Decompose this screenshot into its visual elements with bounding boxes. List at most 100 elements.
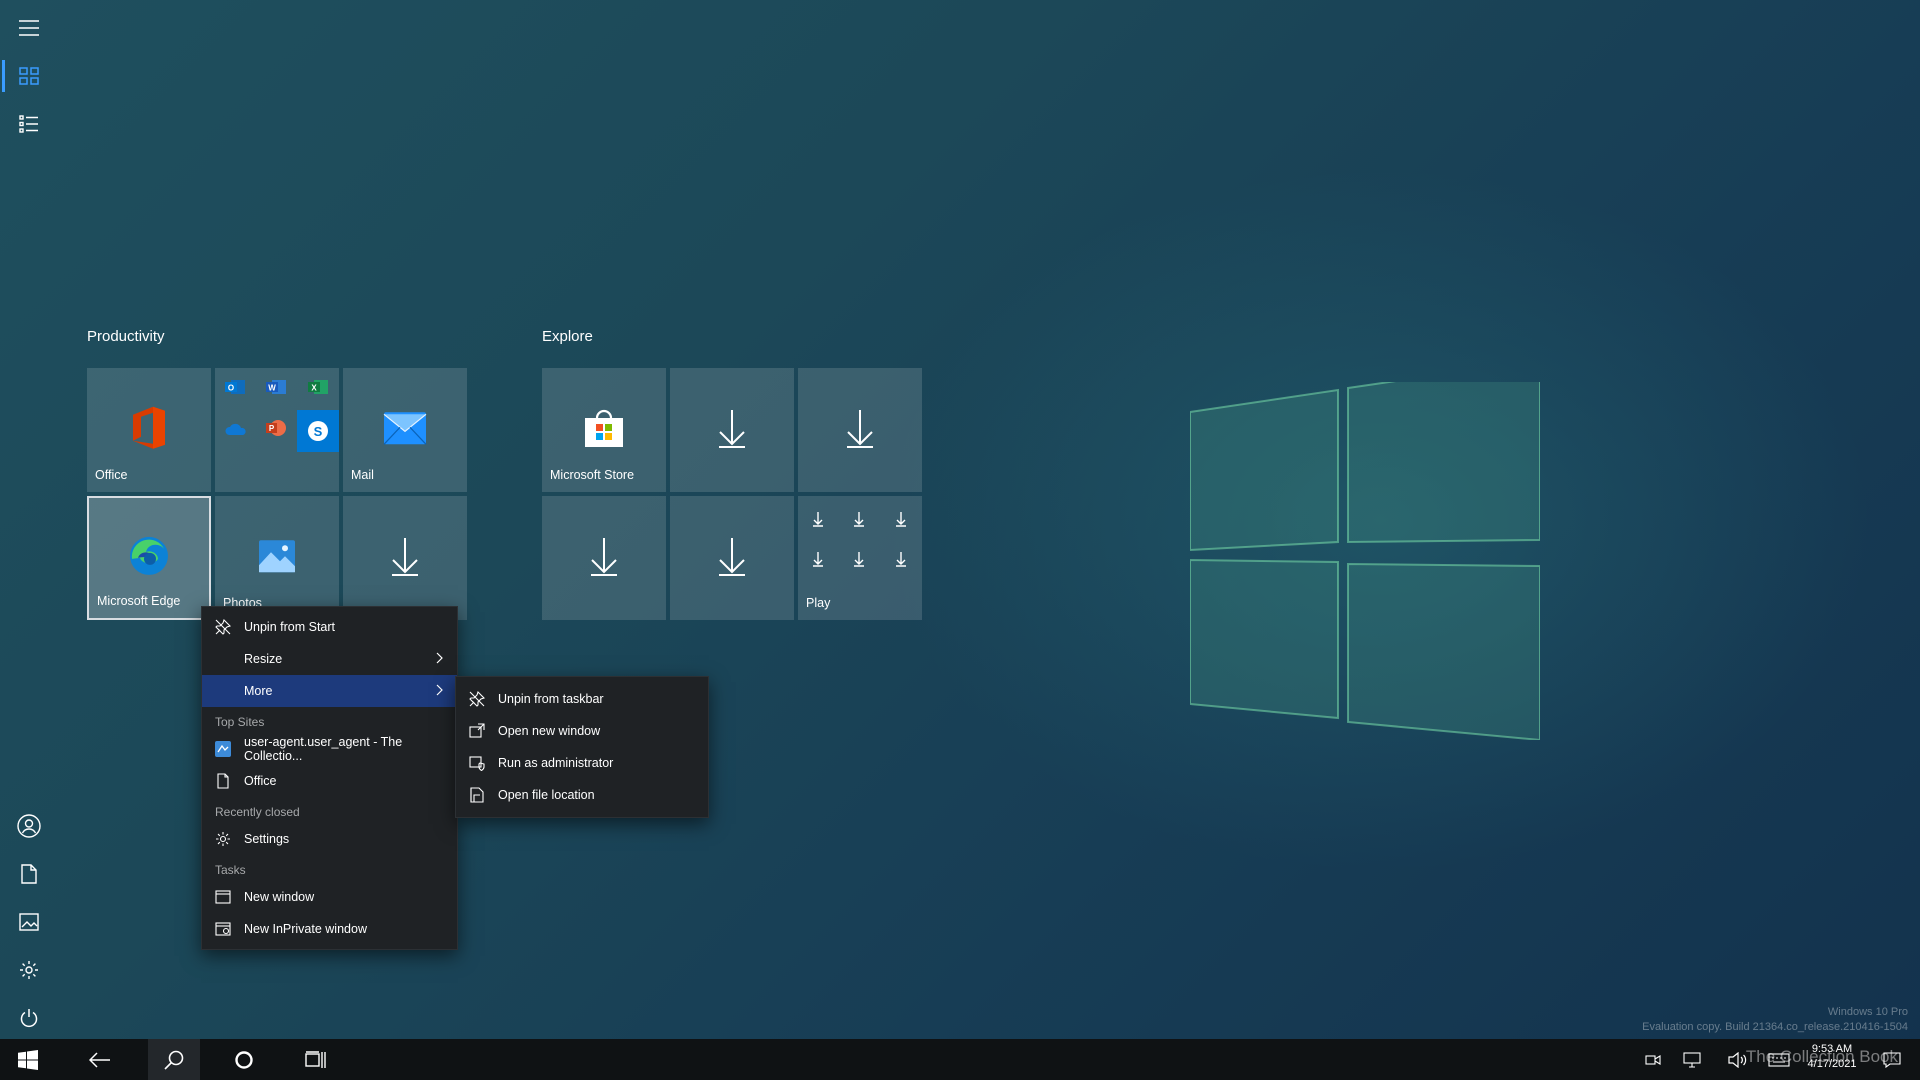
tile-context-menu: Unpin from Start Resize More Top Sites u… [201, 606, 458, 950]
tray-network[interactable] [1672, 1039, 1712, 1080]
menu-item-label: Resize [244, 652, 283, 666]
onedrive-icon [225, 422, 247, 441]
tile-office[interactable]: Office [87, 368, 211, 492]
menu-item-unpin-from-start[interactable]: Unpin from Start [202, 611, 457, 643]
group-title-productivity[interactable]: Productivity [87, 328, 165, 345]
tile-downloading[interactable] [670, 496, 794, 620]
section-header-tasks: Tasks [215, 863, 246, 877]
network-icon [1683, 1051, 1701, 1068]
svg-text:S: S [314, 424, 323, 439]
taskbar: 9:53 AM 4/17/2021 The Collection Book [0, 1039, 1920, 1080]
menu-item-label: Unpin from taskbar [498, 692, 604, 706]
tile-downloading[interactable] [798, 368, 922, 492]
menu-item-label: Run as administrator [498, 756, 614, 770]
power-button[interactable] [0, 994, 58, 1042]
list-icon [19, 115, 38, 133]
menu-item-new-window[interactable]: New window [202, 881, 457, 913]
tile-mail[interactable]: Mail [343, 368, 467, 492]
website-icon [215, 741, 231, 757]
user-avatar-icon [17, 814, 41, 838]
windows-start-icon [18, 1049, 38, 1070]
menu-item-top-site[interactable]: user-agent.user_agent - The Collectio... [202, 733, 457, 765]
tile-label: Play [806, 596, 831, 610]
unpin-icon [215, 619, 231, 635]
tiles-icon [19, 67, 39, 85]
menu-item-more[interactable]: More [202, 675, 457, 707]
menu-item-top-site[interactable]: Office [202, 765, 457, 797]
gear-icon [216, 832, 230, 846]
menu-item-run-as-administrator[interactable]: Run as administrator [456, 747, 708, 779]
group-title-explore[interactable]: Explore [542, 328, 593, 345]
all-apps-button[interactable] [0, 100, 58, 148]
section-header-top-sites: Top Sites [215, 715, 265, 729]
svg-text:P: P [269, 424, 275, 433]
menu-item-label: Open file location [498, 788, 595, 802]
download-arrow-icon [847, 410, 873, 448]
tray-meet-now[interactable] [1636, 1039, 1670, 1080]
search-icon [164, 1050, 184, 1070]
download-arrow-icon [392, 538, 418, 576]
menu-item-resize[interactable]: Resize [202, 643, 457, 675]
section-header-recently-closed: Recently closed [215, 805, 300, 819]
edition-text: Windows 10 Pro [1827, 1006, 1908, 1018]
gear-icon [20, 961, 38, 979]
store-icon [585, 409, 623, 447]
page-icon [217, 773, 229, 789]
power-icon [20, 1009, 38, 1028]
picture-icon [19, 913, 39, 931]
tile-label: Office [95, 468, 128, 482]
tile-microsoft-store[interactable]: Microsoft Store [542, 368, 666, 492]
chevron-right-icon [436, 652, 443, 664]
start-button[interactable] [4, 1039, 52, 1080]
menu-item-label: More [244, 684, 273, 698]
task-view-button[interactable] [292, 1039, 340, 1080]
tile-play-folder[interactable]: Play [798, 496, 922, 620]
documents-button[interactable] [0, 850, 58, 898]
outlook-icon: O [225, 378, 245, 401]
menu-item-label: Unpin from Start [244, 620, 336, 634]
download-arrows-grid-icon [813, 512, 906, 567]
cortana-icon [235, 1050, 253, 1069]
menu-item-recently-closed[interactable]: Settings [202, 823, 457, 855]
menu-item-new-inprivate-window[interactable]: New InPrivate window [202, 913, 457, 945]
menu-item-open-file-location[interactable]: Open file location [456, 779, 708, 811]
tile-label: Microsoft Edge [97, 594, 181, 608]
menu-item-open-new-window[interactable]: Open new window [456, 715, 708, 747]
start-left-rail [0, 0, 58, 1039]
office-icon [133, 406, 165, 449]
menu-item-label: Open new window [498, 724, 601, 738]
menu-item-unpin-from-taskbar[interactable]: Unpin from taskbar [456, 683, 708, 715]
svg-text:X: X [311, 384, 317, 393]
menu-item-label: New window [244, 890, 315, 904]
tile-label: Mail [351, 468, 374, 482]
tile-downloading[interactable] [343, 496, 467, 620]
search-button[interactable] [148, 1039, 200, 1080]
hamburger-icon [19, 20, 39, 36]
inprivate-window-icon [215, 922, 231, 936]
menu-item-label: Office [244, 774, 277, 788]
tile-microsoft-edge[interactable]: Microsoft Edge [87, 496, 211, 620]
back-arrow-icon [89, 1051, 110, 1068]
svg-text:O: O [228, 384, 234, 393]
windows-logo-wallpaper [1190, 382, 1540, 740]
unpin-icon [469, 691, 485, 707]
open-window-icon [469, 723, 485, 738]
back-button[interactable] [76, 1039, 124, 1080]
user-account-button[interactable] [0, 802, 58, 850]
tile-office-apps-folder[interactable]: O W X P S [215, 368, 339, 492]
tile-downloading[interactable] [670, 368, 794, 492]
menu-item-label: user-agent.user_agent - The Collectio... [244, 735, 403, 763]
tile-photos[interactable]: Photos [215, 496, 339, 620]
excel-icon: X [308, 378, 328, 401]
file-location-icon [470, 787, 484, 803]
tile-downloading[interactable] [542, 496, 666, 620]
settings-button[interactable] [0, 946, 58, 994]
pinned-tiles-button[interactable] [0, 52, 58, 100]
svg-text:W: W [268, 384, 276, 393]
brand-watermark: The Collection Book [1745, 1047, 1898, 1066]
pictures-button[interactable] [0, 898, 58, 946]
window-icon [215, 890, 231, 904]
shield-window-icon [469, 756, 485, 771]
cortana-button[interactable] [220, 1039, 268, 1080]
hamburger-menu-button[interactable] [0, 4, 58, 52]
